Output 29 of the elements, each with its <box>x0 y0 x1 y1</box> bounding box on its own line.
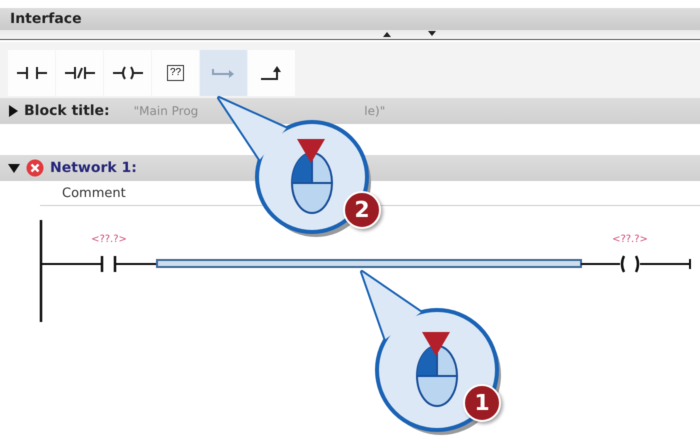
toolbar-button[interactable] <box>104 50 151 96</box>
coil-icon <box>112 66 142 80</box>
box-icon: ?? <box>166 65 184 81</box>
block-title-text: le)" <box>364 104 386 118</box>
expand-icon[interactable] <box>8 104 18 118</box>
rung-wire <box>41 263 102 265</box>
comment-text: Comment <box>62 186 126 200</box>
toolbar-button[interactable]: ?? <box>152 50 199 96</box>
collapse-icon[interactable] <box>8 162 20 174</box>
toolbar-button[interactable] <box>56 50 103 96</box>
toolbar-button[interactable] <box>248 50 295 96</box>
contact-symbol <box>100 254 116 274</box>
selected-wire[interactable] <box>156 259 582 268</box>
coil-symbol <box>620 254 640 274</box>
arrow-up-icon <box>260 65 284 81</box>
rung-wire <box>115 263 157 265</box>
toolbar-button[interactable] <box>8 50 55 96</box>
operand-label: <??.?> <box>91 234 127 245</box>
arrow-icon <box>212 67 236 79</box>
step-badge: 2 <box>343 191 381 229</box>
block-title-text: "Main Prog <box>134 104 198 118</box>
block-title-label: Block title: <box>24 103 110 119</box>
network-title: Network 1: <box>50 160 137 176</box>
rung-wire <box>581 263 620 265</box>
contact-icon <box>64 66 94 80</box>
contact-icon <box>16 66 46 80</box>
operand-label: <??.?> <box>612 234 648 245</box>
rung-wire <box>639 258 691 270</box>
panel-title: Interface <box>10 11 82 27</box>
